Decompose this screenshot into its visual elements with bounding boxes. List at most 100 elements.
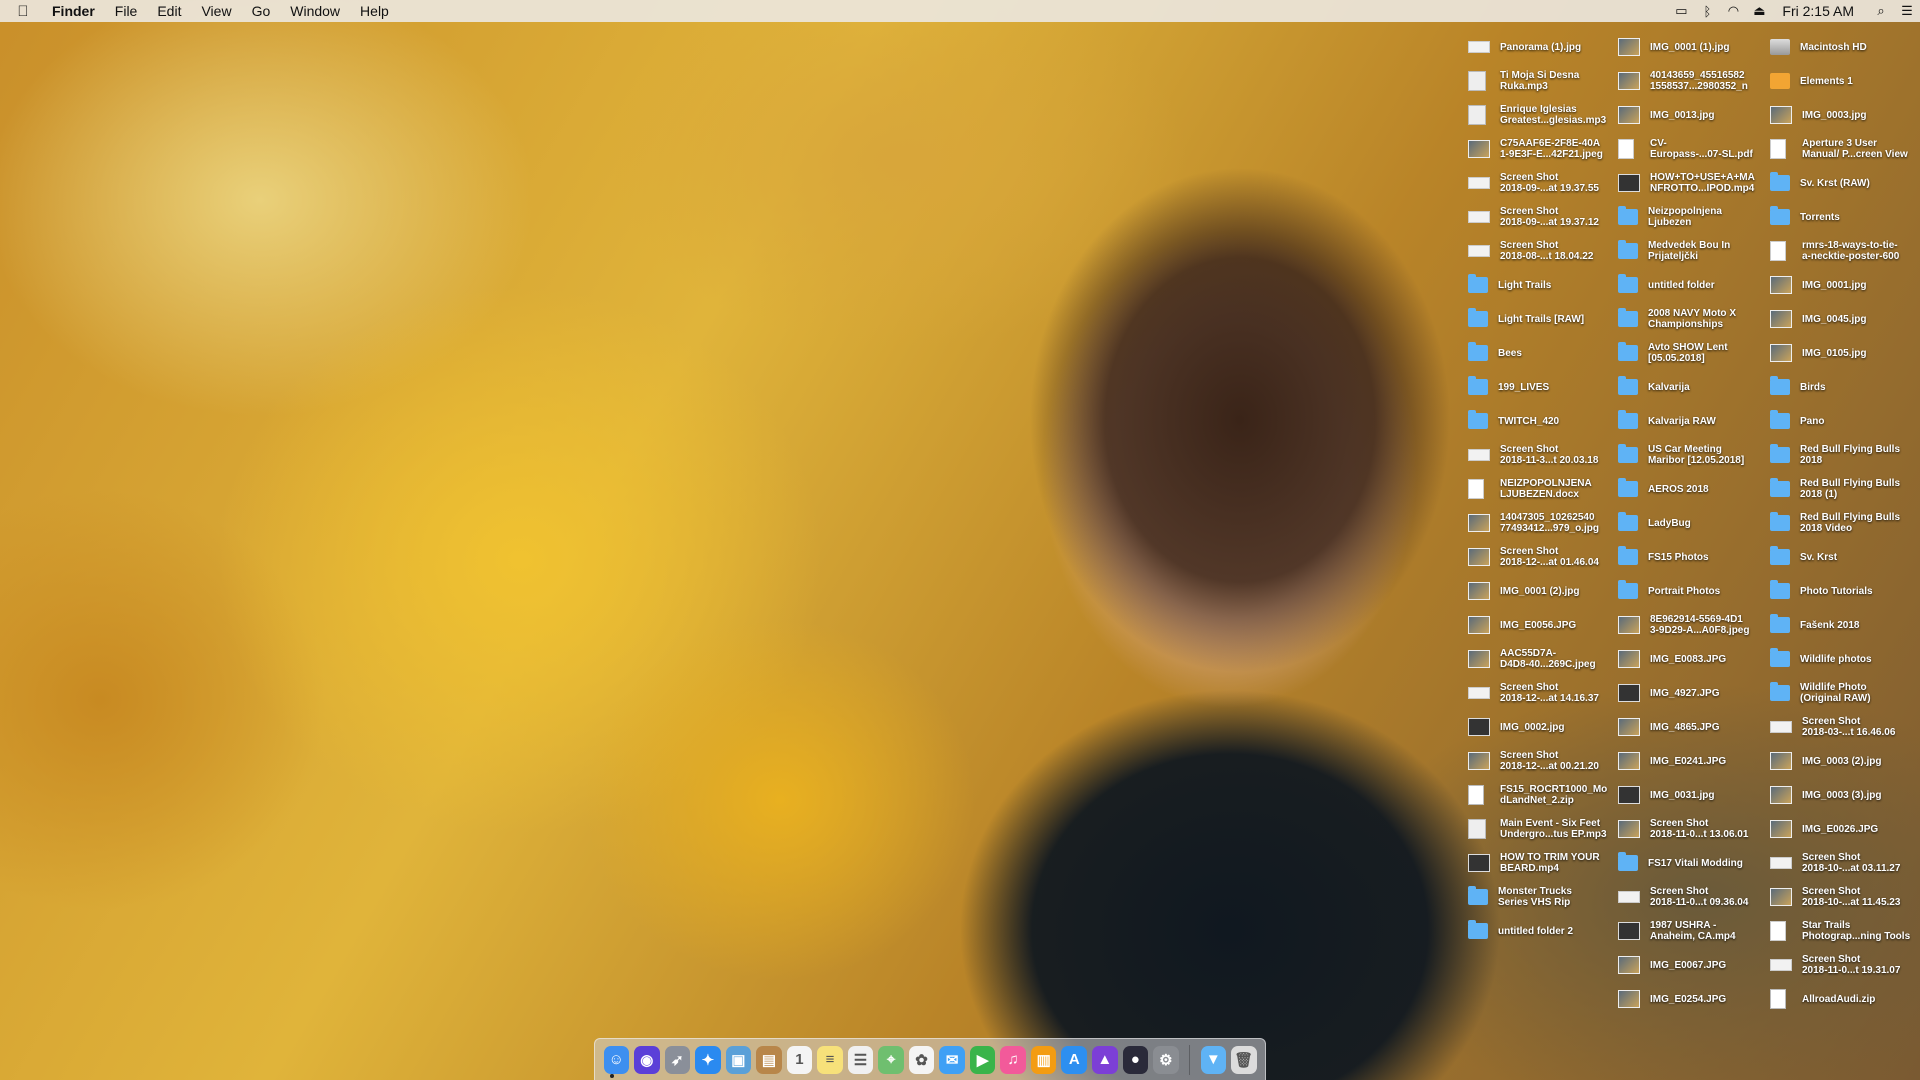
desktop-item[interactable]: IMG_E0067.JPG [1616,948,1766,982]
desktop-item[interactable]: untitled folder [1616,268,1766,302]
affinity-icon[interactable]: ▲ [1092,1045,1118,1074]
desktop-item[interactable]: IMG_E0083.JPG [1616,642,1766,676]
desktop-item[interactable]: Ti Moja Si Desna Ruka.mp3 [1466,64,1616,98]
menu-clock[interactable]: Fri 2:15 AM [1772,3,1868,19]
desktop-item[interactable]: Screen Shot 2018-12-...at 14.16.37 [1466,676,1616,710]
desktop-item[interactable]: C75AAF6E-2F8E-40A 1-9E3F-E...42F21.jpeg [1466,132,1616,166]
desktop-item[interactable]: Red Bull Flying Bulls 2018 [1768,438,1918,472]
desktop-item[interactable]: Medvedek Bou In Prijateljčki [1616,234,1766,268]
menu-edit[interactable]: Edit [147,3,191,19]
desktop-item[interactable]: Screen Shot 2018-08-...t 18.04.22 [1466,234,1616,268]
desktop-item[interactable]: Light Trails [RAW] [1466,302,1616,336]
desktop-item[interactable]: Aperture 3 User Manual/ P...creen View [1768,132,1918,166]
desktop-item[interactable]: Birds [1768,370,1918,404]
desktop-item[interactable]: Star Trails Photograp...ning Tools [1768,914,1918,948]
desktop-item[interactable]: Macintosh HD [1768,30,1918,64]
desktop-item[interactable]: IMG_0003 (3).jpg [1768,778,1918,812]
menu-window[interactable]: Window [280,3,350,19]
desktop-item[interactable]: Screen Shot 2018-09-...at 19.37.55 [1466,166,1616,200]
desktop-item[interactable]: Avto SHOW Lent [05.05.2018] [1616,336,1766,370]
desktop-item[interactable]: Torrents [1768,200,1918,234]
desktop-item[interactable]: IMG_E0056.JPG [1466,608,1616,642]
desktop-item[interactable]: Pano [1768,404,1918,438]
desktop-item[interactable]: Enrique Iglesias Greatest...glesias.mp3 [1466,98,1616,132]
ibooks-icon[interactable]: ▥ [1030,1045,1057,1074]
desktop-item[interactable]: US Car Meeting Maribor [12.05.2018] [1616,438,1766,472]
desktop-item[interactable]: TWITCH_420 [1466,404,1616,438]
desktop-item[interactable]: IMG_E0254.JPG [1616,982,1766,1016]
menu-help[interactable]: Help [350,3,399,19]
finder-icon[interactable]: ☺ [603,1045,630,1074]
desktop-item[interactable]: Kalvarija RAW [1616,404,1766,438]
desktop-item[interactable]: AllroadAudi.zip [1768,982,1918,1016]
desktop-item[interactable]: 14047305_10262540 77493412...979_o.jpg [1466,506,1616,540]
desktop-item[interactable]: IMG_0105.jpg [1768,336,1918,370]
reminders-icon[interactable]: ☰ [847,1045,874,1074]
eject-icon[interactable]: ⏏ [1746,0,1772,22]
desktop-item[interactable]: IMG_E0026.JPG [1768,812,1918,846]
siri-icon[interactable]: ◉ [634,1045,660,1074]
desktop-item[interactable]: FS15 Photos [1616,540,1766,574]
desktop-item[interactable]: Kalvarija [1616,370,1766,404]
desktop-item[interactable]: IMG_0031.jpg [1616,778,1766,812]
itunes-icon[interactable]: ♫ [1000,1045,1026,1074]
desktop-item[interactable]: 1987 USHRA - Anaheim, CA.mp4 [1616,914,1766,948]
desktop-item[interactable]: Screen Shot 2018-10-...at 11.45.23 [1768,880,1918,914]
system-preferences-icon[interactable]: ⚙ [1153,1045,1179,1074]
desktop-item[interactable]: Monster Trucks Series VHS Rip [1466,880,1616,914]
desktop-item[interactable]: Screen Shot 2018-12-...at 00.21.20 [1466,744,1616,778]
apple-menu-icon[interactable]:  [0,3,46,20]
desktop-item[interactable]: HOW TO TRIM YOUR BEARD.mp4 [1466,846,1616,880]
desktop-item[interactable]: Neizpopolnjena Ljubezen [1616,200,1766,234]
desktop-item[interactable]: Wildlife photos [1768,642,1918,676]
desktop-item[interactable]: IMG_E0241.JPG [1616,744,1766,778]
desktop-item[interactable]: Screen Shot 2018-10-...at 03.11.27 [1768,846,1918,880]
desktop-item[interactable]: IMG_4927.JPG [1616,676,1766,710]
trash-icon[interactable]: 🗑 [1231,1045,1257,1074]
menu-file[interactable]: File [105,3,148,19]
preview-icon[interactable]: ▣ [725,1045,752,1074]
desktop-item[interactable]: Screen Shot 2018-09-...at 19.37.12 [1466,200,1616,234]
desktop-item[interactable]: rmrs-18-ways-to-tie- a-necktie-poster-60… [1768,234,1918,268]
menu-go[interactable]: Go [242,3,281,19]
contacts-icon[interactable]: ▤ [756,1045,782,1074]
safari-icon[interactable]: ✦ [695,1045,721,1074]
spotlight-icon[interactable]: ⌕ [1868,0,1894,22]
desktop-item[interactable]: Screen Shot 2018-11-0...t 09.36.04 [1616,880,1766,914]
desktop-item[interactable]: IMG_0013.jpg [1616,98,1766,132]
desktop-item[interactable]: AAC55D7A- D4D8-40...269C.jpeg [1466,642,1616,676]
launchpad-icon[interactable]: ➶ [664,1045,691,1074]
desktop-item[interactable]: FS17 Vitali Modding [1616,846,1766,880]
desktop-item[interactable]: IMG_4865.JPG [1616,710,1766,744]
wifi-icon[interactable]: ◠ [1720,0,1746,22]
calendar-icon[interactable]: 1 [786,1045,813,1074]
desktop-item[interactable]: IMG_0001 (2).jpg [1466,574,1616,608]
menu-app-finder[interactable]: Finder [46,3,105,19]
desktop-item[interactable]: IMG_0003 (2).jpg [1768,744,1918,778]
desktop-item[interactable]: Red Bull Flying Bulls 2018 (1) [1768,472,1918,506]
app-store-icon[interactable]: A [1061,1045,1087,1074]
desktop-item[interactable]: HOW+TO+USE+A+MA NFROTTO...IPOD.mp4 [1616,166,1766,200]
desktop-item[interactable]: 2008 NAVY Moto X Championships [1616,302,1766,336]
menu-view[interactable]: View [191,3,241,19]
desktop-item[interactable]: Fašenk 2018 [1768,608,1918,642]
desktop-item[interactable]: Photo Tutorials [1768,574,1918,608]
desktop-item[interactable]: 199_LIVES [1466,370,1616,404]
desktop-item[interactable]: untitled folder 2 [1466,914,1616,948]
desktop-item[interactable]: Wildlife Photo (Original RAW) [1768,676,1918,710]
desktop-item[interactable]: IMG_0001 (1).jpg [1616,30,1766,64]
desktop-item[interactable]: CV- Europass-...07-SL.pdf [1616,132,1766,166]
bluetooth-icon[interactable]: ᛒ [1694,0,1720,22]
desktop-item[interactable]: Screen Shot 2018-11-3...t 20.03.18 [1466,438,1616,472]
desktop-item[interactable]: Main Event - Six Feet Undergro...tus EP.… [1466,812,1616,846]
desktop-item[interactable]: Sv. Krst (RAW) [1768,166,1918,200]
desktop-item[interactable]: Screen Shot 2018-11-0...t 13.06.01 [1616,812,1766,846]
desktop-item[interactable]: 40143659_45516582 1558537...2980352_n [1616,64,1766,98]
desktop-item[interactable]: Red Bull Flying Bulls 2018 Video [1768,506,1918,540]
desktop-item[interactable]: NEIZPOPOLNJENA LJUBEZEN.docx [1466,472,1616,506]
desktop-item[interactable]: Screen Shot 2018-11-0...t 19.31.07 [1768,948,1918,982]
desktop-item[interactable]: IMG_0002.jpg [1466,710,1616,744]
notes-icon[interactable]: ≡ [817,1045,843,1074]
desktop-item[interactable]: Elements 1 [1768,64,1918,98]
desktop-item[interactable]: Light Trails [1466,268,1616,302]
